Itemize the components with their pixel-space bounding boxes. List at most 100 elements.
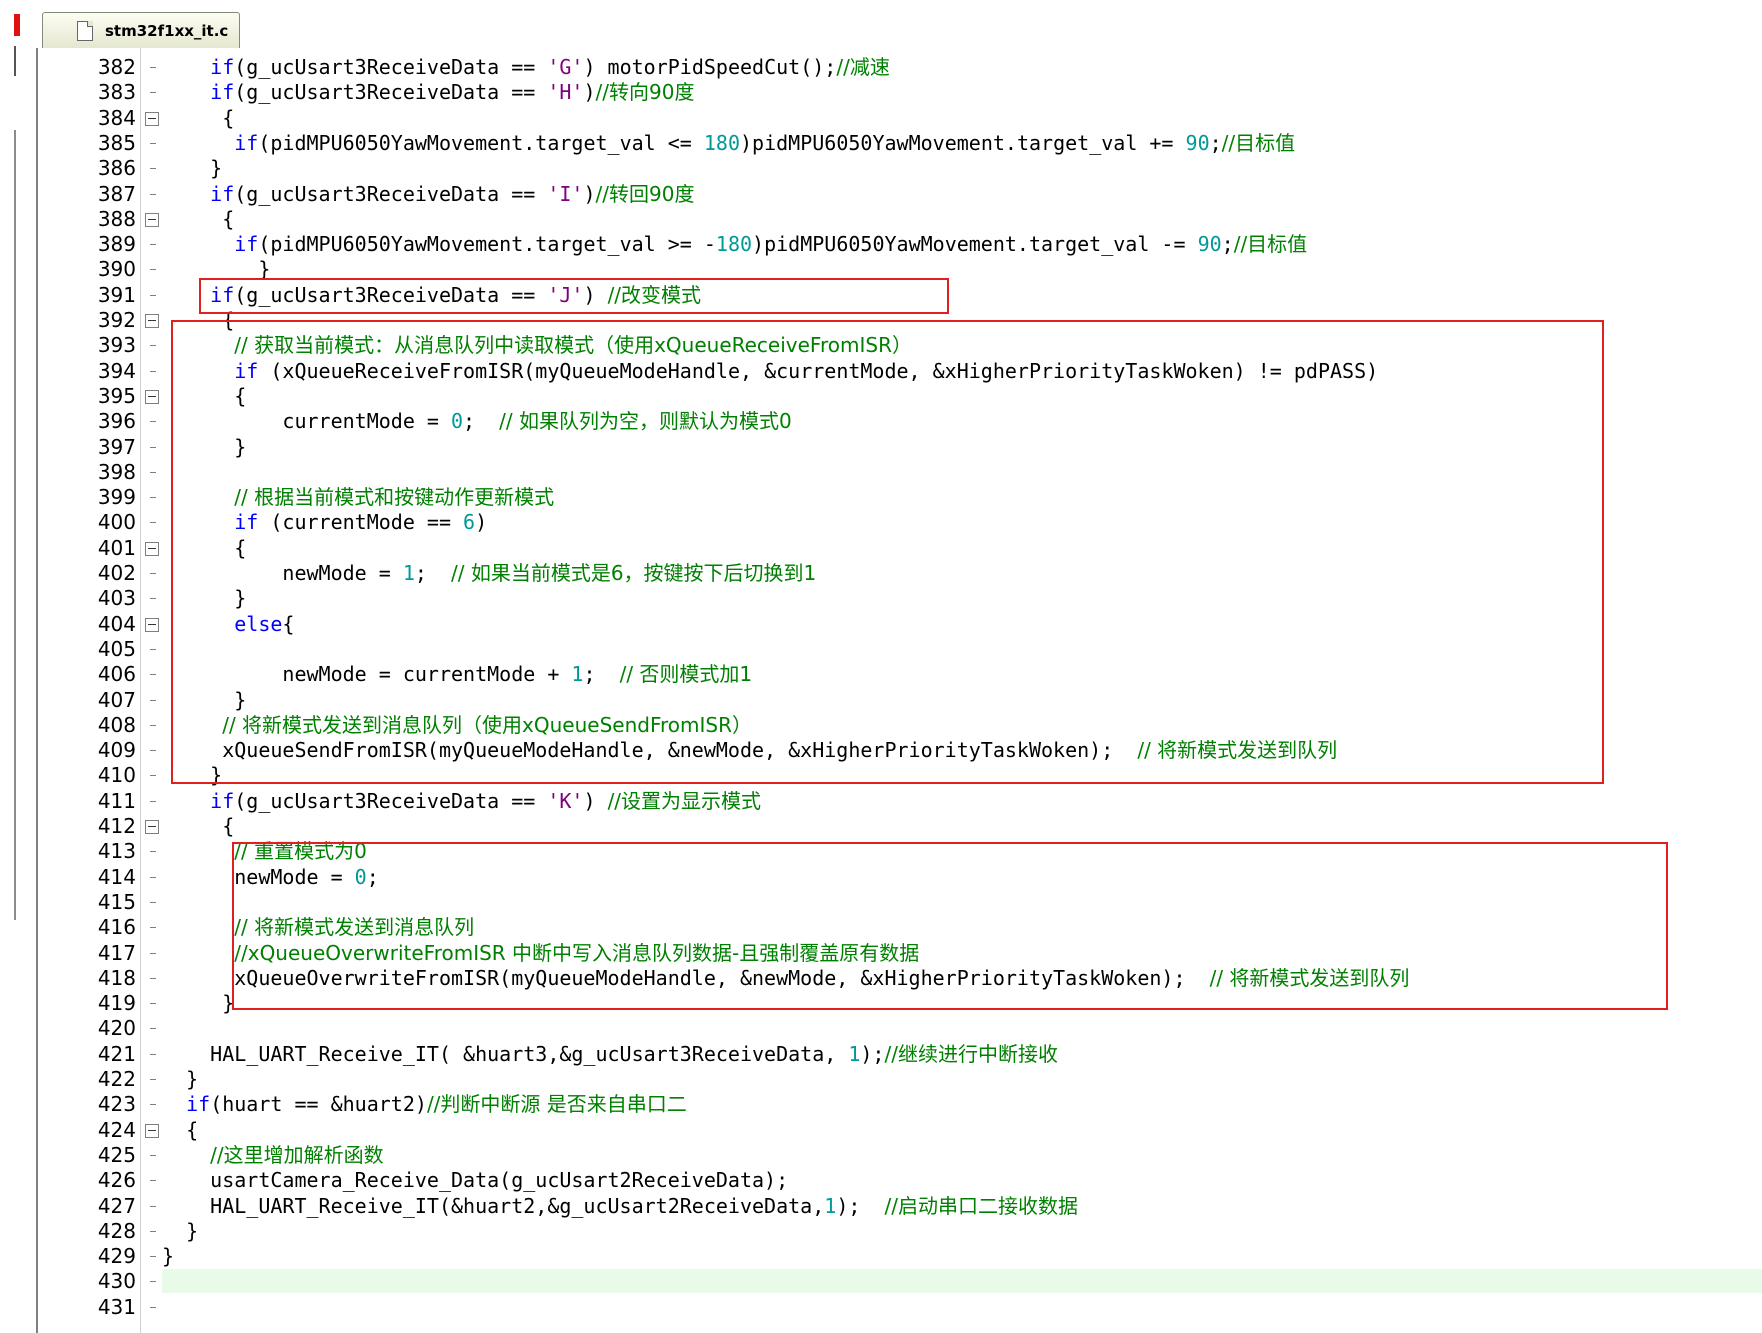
code-line[interactable]: if(g_ucUsart3ReceiveData == 'K') //设置为显示… [162, 789, 1762, 814]
code-line[interactable]: HAL_UART_Receive_IT(&huart2,&g_ucUsart2R… [162, 1194, 1762, 1219]
line-number: 397 [38, 435, 140, 460]
code-line[interactable] [162, 890, 1762, 915]
fold-margin[interactable] [140, 48, 161, 1333]
code-token: ) [583, 282, 608, 307]
line-number-text: 397 [97, 434, 136, 459]
line-number: 392 [38, 308, 140, 333]
line-number: 408 [38, 713, 140, 738]
code-line[interactable] [162, 1016, 1762, 1041]
code-line[interactable]: // 将新模式发送到消息队列 [162, 915, 1762, 940]
code-line[interactable]: { [162, 106, 1762, 131]
code-line[interactable]: { [162, 536, 1762, 561]
code-line[interactable]: } [162, 156, 1762, 181]
code-line[interactable]: xQueueSendFromISR(myQueueModeHandle, &ne… [162, 738, 1762, 763]
fold-guide-tick [150, 851, 156, 853]
tab-file[interactable]: stm32f1xx_it.c [42, 12, 240, 49]
line-number-text: 393 [97, 333, 136, 358]
line-number: 405 [38, 637, 140, 662]
code-line[interactable]: newMode = 1; // 如果当前模式是6，按键按下后切换到1 [162, 561, 1762, 586]
code-line[interactable]: // 获取当前模式：从消息队列中读取模式（使用xQueueReceiveFrom… [162, 333, 1762, 358]
line-number-text: 428 [97, 1218, 136, 1243]
line-number-text: 417 [97, 940, 136, 965]
code-line[interactable]: newMode = 0; [162, 865, 1762, 890]
fold-toggle-icon[interactable] [145, 389, 159, 404]
code-line[interactable] [162, 637, 1762, 662]
code-line[interactable]: if (xQueueReceiveFromISR(myQueueModeHand… [162, 359, 1762, 384]
code-number: 180 [703, 130, 740, 155]
code-line[interactable]: HAL_UART_Receive_IT( &huart3,&g_ucUsart3… [162, 1042, 1762, 1067]
code-line-text: xQueueOverwriteFromISR(myQueueModeHandle… [162, 966, 1409, 991]
code-line[interactable]: //这里增加解析函数 [162, 1143, 1762, 1168]
line-number-text: 403 [97, 586, 136, 611]
code-line[interactable]: xQueueOverwriteFromISR(myQueueModeHandle… [162, 966, 1762, 991]
code-line[interactable]: { [162, 207, 1762, 232]
code-line[interactable]: // 将新模式发送到消息队列（使用xQueueSendFromISR） [162, 713, 1762, 738]
code-line[interactable]: if(g_ucUsart3ReceiveData == 'G') motorPi… [162, 55, 1762, 80]
code-comment: //转回90度 [595, 181, 695, 206]
code-line[interactable]: if(pidMPU6050YawMovement.target_val <= 1… [162, 131, 1762, 156]
code-line[interactable]: //xQueueOverwriteFromISR 中断中写入消息队列数据-且强制… [162, 941, 1762, 966]
code-line[interactable]: { [162, 308, 1762, 333]
code-line[interactable]: } [162, 763, 1762, 788]
code-line[interactable]: if(g_ucUsart3ReceiveData == 'J') //改变模式 [162, 283, 1762, 308]
code-token: } [162, 763, 223, 788]
code-line[interactable]: newMode = currentMode + 1; // 否则模式加1 [162, 662, 1762, 687]
code-line[interactable]: usartCamera_Receive_Data(g_ucUsart2Recei… [162, 1168, 1762, 1193]
code-line[interactable]: if(pidMPU6050YawMovement.target_val >= -… [162, 232, 1762, 257]
code-line[interactable]: } [162, 435, 1762, 460]
code-area[interactable]: if(g_ucUsart3ReceiveData == 'G') motorPi… [162, 48, 1762, 1333]
code-line[interactable]: } [162, 257, 1762, 282]
fold-guide-tick [150, 800, 156, 802]
code-line[interactable] [162, 460, 1762, 485]
code-line-text: if(pidMPU6050YawMovement.target_val >= -… [162, 232, 1307, 257]
code-line[interactable]: { [162, 814, 1762, 839]
code-token: ) [583, 788, 608, 813]
code-line[interactable]: if(g_ucUsart3ReceiveData == 'H')//转向90度 [162, 80, 1762, 105]
code-line[interactable]: if (currentMode == 6) [162, 510, 1762, 535]
fold-toggle-icon[interactable] [145, 541, 159, 556]
code-line-text: if(g_ucUsart3ReceiveData == 'J') //改变模式 [162, 283, 701, 308]
fold-guide-tick [150, 522, 156, 524]
code-line[interactable]: { [162, 1118, 1762, 1143]
code-line-text: } [162, 1244, 174, 1269]
code-line[interactable]: if(g_ucUsart3ReceiveData == 'I')//转回90度 [162, 182, 1762, 207]
fold-toggle-icon[interactable] [145, 1123, 159, 1138]
fold-toggle-icon[interactable] [145, 212, 159, 227]
code-line[interactable]: { [162, 384, 1762, 409]
code-token: (g_ucUsart3ReceiveData == [234, 788, 548, 813]
code-line-text: if(g_ucUsart3ReceiveData == 'I')//转回90度 [162, 182, 694, 207]
code-line[interactable]: currentMode = 0; // 如果队列为空，则默认为模式0 [162, 409, 1762, 434]
code-line[interactable] [162, 1295, 1762, 1320]
code-line[interactable]: else{ [162, 612, 1762, 637]
line-number-text: 388 [97, 206, 136, 231]
code-line[interactable]: } [162, 991, 1762, 1016]
code-editor[interactable]: 382 383 384 385 386 387 388 389 390 391 392 393 394 3… [36, 48, 1762, 1333]
code-line[interactable]: } [162, 1244, 1762, 1269]
line-number-text: 398 [97, 459, 136, 484]
fold-guide-tick [150, 1028, 156, 1030]
code-number: 1 [402, 561, 415, 585]
code-token: ); [860, 1041, 885, 1066]
code-line[interactable]: // 重置模式为0 [162, 839, 1762, 864]
fold-toggle-icon[interactable] [145, 314, 159, 328]
line-number-text: 414 [97, 864, 136, 889]
code-line[interactable] [162, 1269, 1762, 1294]
code-comment: //设置为显示模式 [607, 788, 762, 813]
code-comment: //判断中断源 是否来自串口二 [426, 1092, 687, 1117]
code-line[interactable]: if(huart == &huart2)//判断中断源 是否来自串口二 [162, 1092, 1762, 1117]
code-line[interactable]: } [162, 1219, 1762, 1244]
code-line[interactable]: } [162, 688, 1762, 713]
fold-toggle-icon[interactable] [145, 820, 159, 834]
code-line[interactable]: } [162, 1067, 1762, 1092]
line-number: 395 [38, 384, 140, 409]
fold-toggle-icon[interactable] [145, 617, 159, 632]
code-line-text: if(g_ucUsart3ReceiveData == 'K') //设置为显示… [162, 789, 761, 814]
code-line[interactable]: } [162, 586, 1762, 611]
code-line[interactable]: // 根据当前模式和按键动作更新模式 [162, 485, 1762, 510]
code-line-text: { [162, 384, 246, 409]
fold-toggle-icon[interactable] [145, 111, 159, 126]
